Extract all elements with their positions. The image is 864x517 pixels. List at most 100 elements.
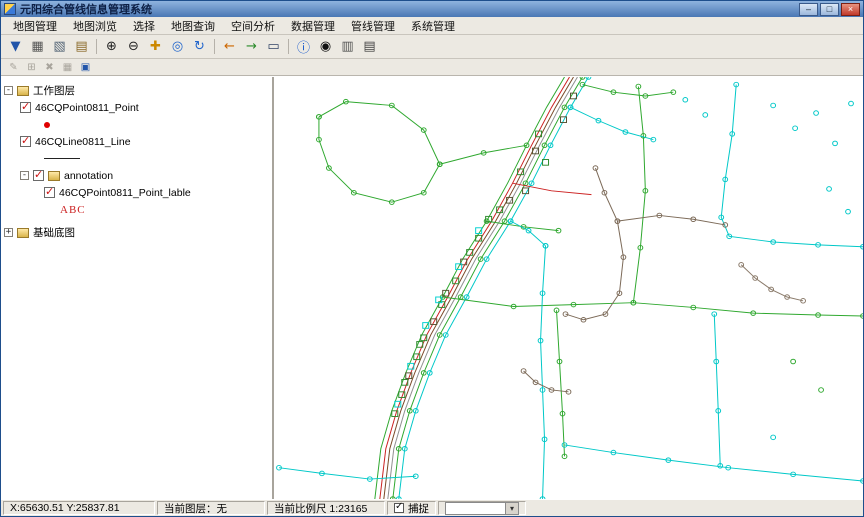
next-view-button[interactable]: → [241,37,262,57]
label-layer-label: 46CQPoint0811_Point_lable [59,187,191,199]
corridor-green-left [375,77,565,499]
app-icon [4,3,16,15]
app-window: 元阳综合管线信息管理系统 – □ × 地图管理地图浏览选择地图查询空间分析数据管… [0,0,864,517]
menu-item-6[interactable]: 管线管理 [343,16,403,36]
menu-bar: 地图管理地图浏览选择地图查询空间分析数据管理管线管理系统管理 [1,17,863,35]
statusbar-filler [526,500,863,516]
basemap-label: 基础底图 [33,225,75,240]
previous-view-button[interactable]: ← [219,37,240,57]
toolbar-separator [288,39,289,54]
snap-cell: 捕捉 [387,501,436,515]
annotation-icon [48,171,60,181]
tree-root-basemap[interactable]: + 基础底图 [4,224,269,241]
label-layer-legend: ABC [60,201,269,218]
tree-item-line-layer[interactable]: 46CQLine0811_Line [20,133,269,150]
print-button[interactable]: ▤ [359,37,380,57]
open-project-button[interactable]: ▤ [71,37,92,57]
current-layer-readout: 当前图层：无 [157,501,265,515]
point-layer-legend [44,116,269,133]
zoom-in-button[interactable]: ⊕ [101,37,122,57]
copy-map-button[interactable]: ▧ [49,37,70,57]
find-button[interactable]: ◉ [315,37,336,57]
red-dot-symbol [44,122,50,128]
minimize-button[interactable]: – [799,3,818,16]
snap-mode-dropdown[interactable]: ▾ [445,502,519,515]
corridor-green-right [393,77,583,499]
pipe-node-icon [771,435,776,440]
brown-chain-bottom [524,371,569,392]
layers-group-icon [17,86,29,96]
import-data-button[interactable]: ▼ [5,37,26,57]
toolbar-separator [214,39,215,54]
label-layer-checkbox[interactable] [44,187,55,198]
annotation-checkbox[interactable] [33,170,44,181]
pipe-node-icon [703,113,708,118]
save-map-button[interactable]: ▦ [27,37,48,57]
cyan-mid-vertical [541,246,546,499]
maximize-button[interactable]: □ [820,3,839,16]
pan-button[interactable]: ✚ [145,37,166,57]
corridor-cyan [399,77,589,499]
line-layer-legend [44,150,269,167]
green-top-branch [582,85,673,96]
collapse-icon[interactable]: - [20,171,29,180]
brown-branch-right [617,215,725,224]
line-layer-checkbox[interactable] [20,136,31,147]
pipe-node-icon [846,209,851,214]
measure-button[interactable]: ▥ [337,37,358,57]
expand-icon[interactable]: + [4,228,13,237]
map-canvas[interactable] [274,77,863,499]
select-features-button[interactable]: ▭ [263,37,284,57]
cyan-link-corridor [511,221,546,246]
snap-label: 捕捉 [408,501,429,516]
pipe-node-icon [819,388,824,393]
tree-item-label-layer[interactable]: 46CQPoint0811_Point_lable [44,184,269,201]
layers-panel: - 工作图层 46CQPoint0811_Point 46CQLine0811_… [1,77,274,499]
tree-group-annotation[interactable]: - annotation [20,167,269,184]
attribute-table-button: ▦ [59,60,76,75]
save-edits-button[interactable]: ▣ [77,60,94,75]
menu-item-3[interactable]: 地图查询 [163,16,223,36]
coordinates-readout: X:65630.51 Y:25837.81 [3,501,155,515]
toolbar-separator [96,39,97,54]
tree-root-work-layers[interactable]: - 工作图层 [4,82,269,99]
work-layers-label: 工作图层 [33,83,75,98]
line-symbol [44,158,80,159]
scale-readout: 当前比例尺 1:23165 [267,501,385,515]
edit-sketch-button: ✎ [5,60,22,75]
point-layer-checkbox[interactable] [20,102,31,113]
chevron-down-icon[interactable]: ▾ [505,503,518,514]
identify-button[interactable]: ⓘ [293,37,314,57]
point-layer-label: 46CQPoint0811_Point [35,102,139,114]
menu-item-1[interactable]: 地图浏览 [65,16,125,36]
cyan-bottomleft [279,468,416,479]
basemap-icon [17,228,29,238]
menu-item-2[interactable]: 选择 [125,16,163,36]
full-extent-button[interactable]: ◎ [167,37,188,57]
pipe-node-icon [563,312,568,317]
snap-options-cell: ▾ [438,501,526,515]
pipe-node-icon [683,97,688,102]
gray-chain-right [741,265,803,301]
menu-item-4[interactable]: 空间分析 [223,16,283,36]
pipe-node-icon [827,187,832,192]
tree-item-point-layer[interactable]: 46CQPoint0811_Point [20,99,269,116]
menu-item-0[interactable]: 地图管理 [5,16,65,36]
pipe-node-icon [833,141,838,146]
green-vertical-right [633,86,645,302]
menu-item-7[interactable]: 系统管理 [403,16,463,36]
corridor-brown [384,77,574,499]
snap-checkbox[interactable] [394,503,404,513]
close-button[interactable]: × [841,3,860,16]
cyan-right-vertical [714,314,720,466]
abc-symbol: ABC [60,204,86,216]
green-loop-topleft [319,102,440,203]
collapse-icon[interactable]: - [4,86,13,95]
menu-item-5[interactable]: 数据管理 [283,16,343,36]
status-bar: X:65630.51 Y:25837.81 当前图层：无 当前比例尺 1:231… [1,499,863,516]
zoom-out-button[interactable]: ⊖ [123,37,144,57]
refresh-button[interactable]: ↻ [189,37,210,57]
cyan-topright-vertical [721,85,863,247]
main-toolbar: ▼▦▧▤⊕⊖✚◎↻←→▭ⓘ◉▥▤ [1,35,863,59]
green-vertical-bottom [557,310,565,456]
